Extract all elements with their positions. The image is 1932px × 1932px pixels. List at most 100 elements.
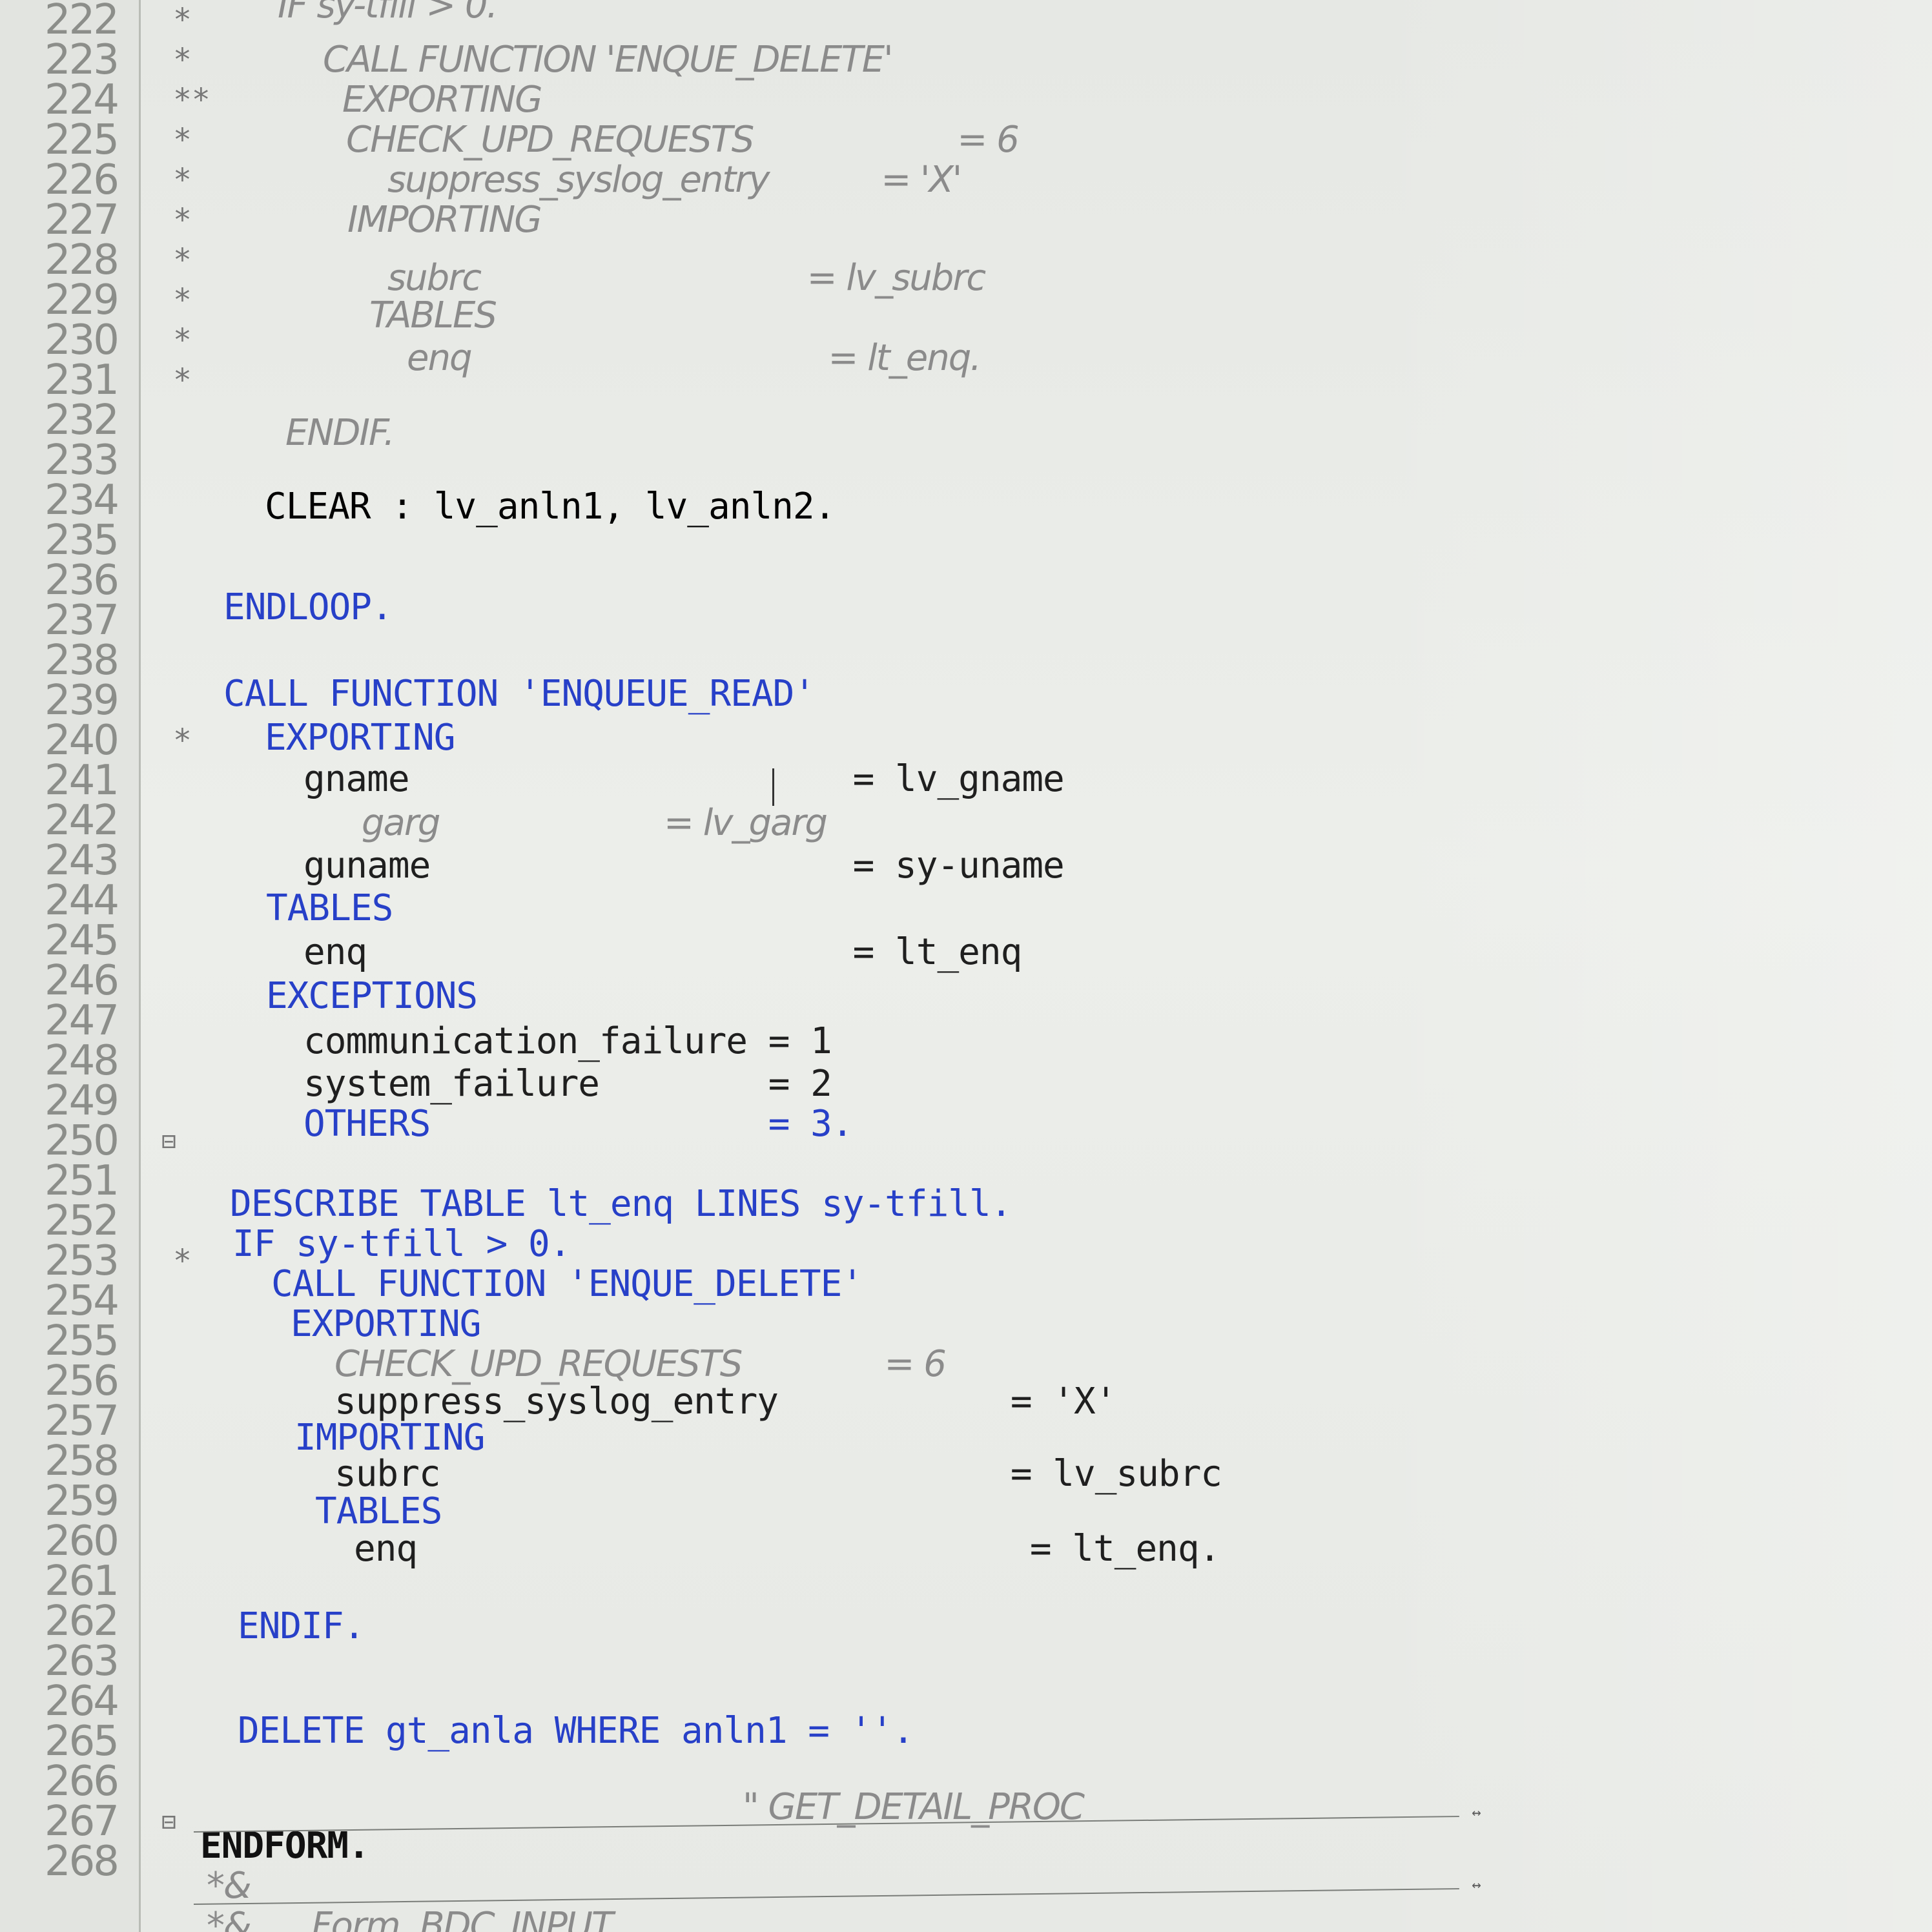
code-line[interactable]: 260 ENDIF. [0, 1517, 1932, 1647]
line-number: 234 [44, 477, 119, 524]
code-line[interactable]: 255 IMPORTING [0, 1317, 1932, 1458]
code-line[interactable]: 234 [0, 477, 1932, 524]
line-number: 237 [44, 597, 119, 644]
code-line[interactable]: 231 * ENDIF. [0, 356, 1932, 453]
line-number: 245 [44, 917, 119, 965]
comment-marker: * [173, 162, 192, 198]
fold-toggle-icon[interactable]: ⊟ [161, 1121, 176, 1161]
comment-marker: * [173, 723, 192, 759]
code-line[interactable]: 226 * suppress_syslog_entry = 'X' [0, 156, 1932, 204]
fold-toggle-icon[interactable]: ⊟ [161, 1802, 176, 1842]
code-line[interactable]: 239 gname = lv_gname [0, 677, 1932, 799]
line-number: 260 [44, 1517, 119, 1565]
line-number: 255 [44, 1317, 119, 1365]
line-number: 244 [44, 877, 119, 925]
line-number: 236 [44, 557, 119, 604]
line-number: 243 [44, 837, 119, 885]
code-line[interactable]: 266 ENDFORM. [0, 1758, 1932, 1866]
code-line[interactable]: 250 ⊟ IF sy-tfill > 0. [0, 1117, 1932, 1264]
code-line[interactable]: 236 [0, 560, 1932, 601]
code-line[interactable]: 242 TABLES [0, 797, 1932, 929]
code-line[interactable]: 258 enq = lt_enq. [0, 1441, 1932, 1569]
code-line[interactable]: 261 [0, 1561, 1932, 1602]
line-number: 265 [44, 1718, 119, 1765]
comment-rule-icon [193, 1888, 1459, 1905]
line-number: 240 [44, 717, 119, 765]
code-line[interactable]: 241 guname = sy-uname [0, 760, 1932, 886]
line-number: 223 [44, 36, 119, 84]
line-number: 250 [44, 1117, 119, 1165]
comment-marker: * [173, 322, 192, 358]
code-line[interactable]: 229 * TABLES [0, 280, 1932, 336]
line-number: 231 [44, 356, 119, 404]
line-number: 222 [44, 0, 119, 44]
code-line[interactable]: 244 EXCEPTIONS [0, 877, 1932, 1016]
line-number: 239 [44, 677, 119, 724]
code-line[interactable]: 263 DELETE gt_anla WHERE anln1 = ''. [0, 1638, 1932, 1751]
code-line[interactable]: 232 [0, 396, 1932, 444]
code-line[interactable]: 257 TABLES [0, 1401, 1932, 1532]
commented-code: CALL FUNCTION 'ENQUE_DELETE' [323, 39, 893, 81]
line-number: 259 [44, 1477, 119, 1525]
text-cursor-icon [772, 768, 787, 806]
code-line[interactable]: 237 CALL FUNCTION 'ENQUEUE_READ' [0, 597, 1932, 714]
line-number: 263 [44, 1638, 119, 1685]
line-number: 224 [44, 76, 119, 124]
comment-marker: ** [173, 82, 211, 118]
code-line[interactable]: 262 [0, 1598, 1932, 1645]
code-line[interactable]: 248 [0, 1037, 1932, 1085]
commented-code: IMPORTING [347, 199, 542, 241]
code-line[interactable]: 259 [0, 1477, 1932, 1525]
code-line[interactable]: 249 DESCRIBE TABLE lt_enq LINES sy-tfill… [0, 1080, 1932, 1224]
code-line[interactable]: 253 * CHECK_UPD_REQUESTS = 6 [0, 1237, 1932, 1384]
code-line[interactable]: 235 ENDLOOP. [0, 520, 1932, 628]
code-line[interactable]: 238 EXPORTING [0, 637, 1932, 758]
comment-marker: * [173, 202, 192, 238]
code-line[interactable]: 224 ** EXPORTING [0, 76, 1932, 124]
line-number: 242 [44, 797, 119, 845]
line-number: 264 [44, 1678, 119, 1725]
line-number: 247 [44, 997, 119, 1045]
code-line[interactable]: 256 subrc = lv_subrc [0, 1357, 1932, 1494]
line-number: 267 [44, 1798, 119, 1845]
line-number: 254 [44, 1277, 119, 1325]
line-number: 262 [44, 1598, 119, 1645]
abap-code-editor[interactable]: 222 * IF sy-tfill > 0. 223 * CALL FUNCTI… [0, 0, 1932, 1932]
code-line[interactable]: 246 system_failure = 2 [0, 957, 1932, 1104]
code-line[interactable]: 254 suppress_syslog_entry = 'X' [0, 1277, 1932, 1422]
code-line[interactable]: 230 * enq = lt_enq. [0, 316, 1932, 378]
commented-code: EXPORTING [342, 79, 543, 121]
line-number: 225 [44, 116, 119, 164]
line-number: 230 [44, 316, 119, 364]
line-number: 238 [44, 637, 119, 684]
code-line[interactable]: 243 enq = lt_enq [0, 837, 1932, 972]
line-number: 253 [44, 1237, 119, 1285]
code-line[interactable]: 268 *& Form BDC_INPUT [0, 1841, 1932, 1932]
code-line[interactable]: 240 * garg = lv_garg [0, 717, 1932, 843]
code-line[interactable]: 233 CLEAR : lv_anln1, lv_anln2. [0, 437, 1932, 527]
code-line[interactable]: 252 EXPORTING [0, 1197, 1932, 1344]
code-line[interactable]: 245 communication_failure = 1 [0, 917, 1932, 1062]
line-number: 232 [44, 396, 119, 444]
comment-marker: * [173, 362, 192, 398]
line-number: 226 [44, 156, 119, 204]
code-line[interactable]: 265 " GET_DETAIL_PROC [0, 1718, 1932, 1827]
line-number: 256 [44, 1357, 119, 1405]
code-line[interactable]: 223 * CALL FUNCTION 'ENQUE_DELETE' [0, 36, 1932, 84]
comment-marker: * [173, 282, 192, 318]
line-number: 252 [44, 1197, 119, 1245]
code-line[interactable]: 222 * IF sy-tfill > 0. [0, 0, 1932, 44]
line-number: 233 [44, 437, 119, 484]
code-line[interactable]: 247 OTHERS = 3. [0, 997, 1932, 1144]
code-line[interactable]: 225 * CHECK_UPD_REQUESTS = 6 [0, 116, 1932, 164]
comment-marker: * [173, 242, 192, 278]
code-line[interactable]: 228 * subrc = lv_subrc [0, 240, 1932, 298]
code-line[interactable]: 251 CALL FUNCTION 'ENQUE_DELETE' [0, 1160, 1932, 1304]
comment-line: *& Form BDC_INPUT [207, 1905, 613, 1932]
code-line[interactable]: 264 [0, 1678, 1932, 1725]
code-line[interactable]: 227 * IMPORTING [0, 199, 1932, 241]
line-number: 246 [44, 957, 119, 1005]
commented-code: suppress_syslog_entry = 'X' [387, 159, 962, 201]
line-number: 248 [44, 1037, 119, 1085]
line-number: 266 [44, 1758, 119, 1805]
